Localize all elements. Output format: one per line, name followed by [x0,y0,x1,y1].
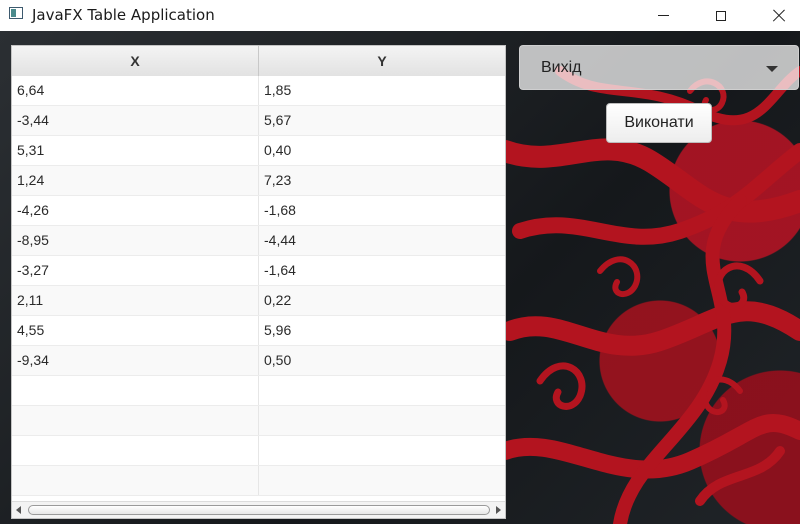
cell-y[interactable]: -1,68 [259,196,505,225]
cell-y[interactable]: 5,67 [259,106,505,135]
data-table[interactable]: X Y 6,64 1,85 -3,44 5,67 5,31 0,40 1,24 7,23 -4,… [11,45,506,519]
maximize-button[interactable] [698,0,744,31]
cell-y[interactable] [259,466,505,495]
chevron-down-icon[interactable] [766,66,778,72]
table-row[interactable]: -8,95 -4,44 [12,226,505,256]
table-header: X Y [12,46,505,77]
cell-y[interactable]: -4,44 [259,226,505,255]
cell-x[interactable]: -8,95 [12,226,259,255]
table-row[interactable] [12,376,505,406]
cell-y[interactable]: 0,22 [259,286,505,315]
execute-button[interactable]: Виконати [606,103,712,143]
table-row[interactable]: -9,34 0,50 [12,346,505,376]
scroll-left-arrow-icon[interactable] [16,506,21,514]
cell-x[interactable] [12,376,259,405]
cell-y[interactable]: 0,50 [259,346,505,375]
cell-x[interactable]: 5,31 [12,136,259,165]
table-row[interactable]: 2,11 0,22 [12,286,505,316]
close-button[interactable] [756,0,800,31]
cell-y[interactable]: 5,96 [259,316,505,345]
table-row[interactable]: 1,24 7,23 [12,166,505,196]
minimize-icon [657,15,669,16]
cell-x[interactable]: -9,34 [12,346,259,375]
cell-x[interactable]: 4,55 [12,316,259,345]
minimize-button[interactable] [640,0,686,31]
cell-y[interactable] [259,406,505,435]
cell-x[interactable]: 2,11 [12,286,259,315]
cell-x[interactable]: -4,26 [12,196,259,225]
cell-y[interactable]: 1,85 [259,76,505,105]
cell-x[interactable]: -3,44 [12,106,259,135]
window-title: JavaFX Table Application [32,6,215,24]
cell-x[interactable]: 1,24 [12,166,259,195]
table-row[interactable]: 4,55 5,96 [12,316,505,346]
cell-x[interactable] [12,436,259,465]
cell-y[interactable]: -1,64 [259,256,505,285]
cell-x[interactable] [12,466,259,495]
column-header-x[interactable]: X [12,46,259,76]
action-combo-box[interactable]: Вихід [519,45,799,90]
cell-x[interactable]: 6,64 [12,76,259,105]
cell-y[interactable] [259,376,505,405]
table-row[interactable] [12,406,505,436]
table-row[interactable] [12,436,505,466]
cell-x[interactable] [12,406,259,435]
table-row[interactable]: 6,64 1,85 [12,76,505,106]
table-row[interactable]: -4,26 -1,68 [12,196,505,226]
scroll-right-arrow-icon[interactable] [496,506,501,514]
combo-selected-value: Вихід [541,59,582,76]
cell-x[interactable]: -3,27 [12,256,259,285]
cell-y[interactable] [259,436,505,465]
cell-y[interactable]: 7,23 [259,166,505,195]
app-window-icon [9,7,23,19]
table-row[interactable] [12,466,505,496]
table-row[interactable]: -3,44 5,67 [12,106,505,136]
close-icon [772,9,786,23]
column-header-y[interactable]: Y [259,46,505,76]
title-bar: JavaFX Table Application [0,0,800,31]
horizontal-scrollbar[interactable] [12,501,505,518]
table-row[interactable]: 5,31 0,40 [12,136,505,166]
cell-y[interactable]: 0,40 [259,136,505,165]
scrollbar-thumb[interactable] [28,505,490,515]
table-body: 6,64 1,85 -3,44 5,67 5,31 0,40 1,24 7,23 -4,26 -1… [12,76,505,496]
table-row[interactable]: -3,27 -1,64 [12,256,505,286]
maximize-icon [716,10,726,21]
